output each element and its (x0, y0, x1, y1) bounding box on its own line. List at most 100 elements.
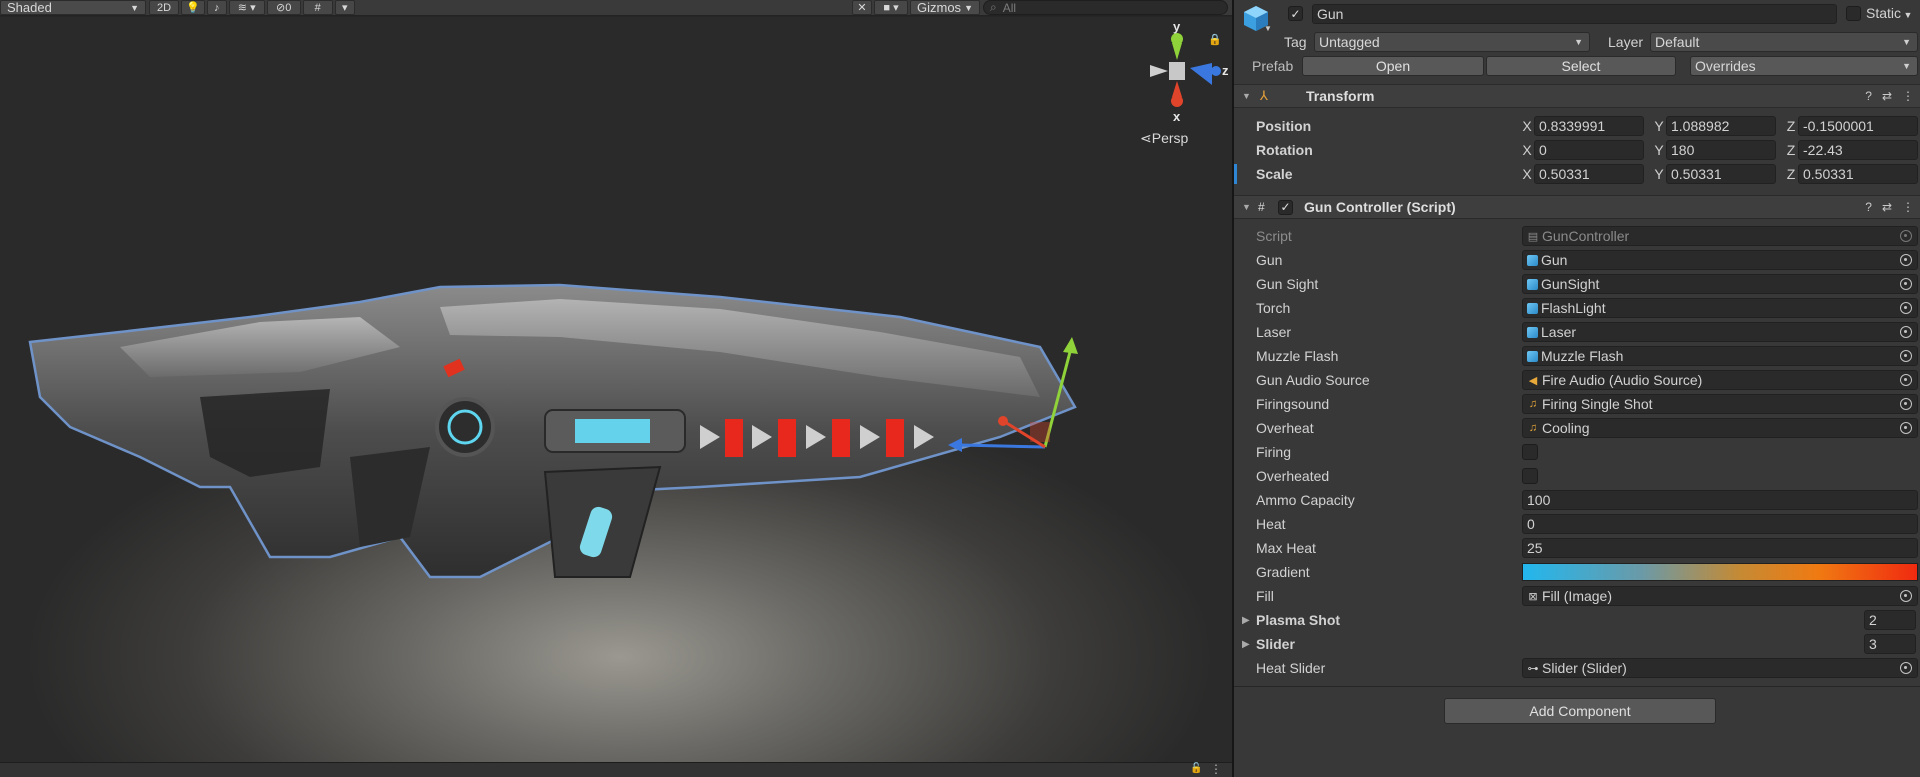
gun-audio-source-field[interactable]: ◀ Fire Audio (Audio Source) (1522, 370, 1918, 390)
laser-label: Laser (1256, 324, 1292, 340)
gun-sight-field[interactable]: GunSight (1522, 274, 1918, 294)
object-picker-icon[interactable] (1895, 659, 1917, 677)
plasma-shot-row[interactable]: ▶ Plasma Shot 2 (1234, 608, 1920, 632)
heat-field[interactable]: 0 (1522, 514, 1918, 534)
gradient-field[interactable] (1522, 563, 1918, 581)
position-x-field[interactable]: 0.8339991 (1534, 116, 1644, 136)
prefab-overrides-label: Overrides (1695, 58, 1756, 74)
chevron-down-icon: ▼ (130, 2, 139, 13)
object-picker-icon[interactable] (1895, 371, 1917, 389)
plasma-shot-size-field[interactable]: 2 (1864, 610, 1916, 630)
max-heat-field[interactable]: 25 (1522, 538, 1918, 558)
audio-clip-icon: ♫ (1528, 422, 1538, 434)
gun-controller-title: Gun Controller (Script) (1304, 199, 1456, 215)
torch-value: FlashLight (1541, 300, 1606, 316)
camera-dropdown-icon[interactable]: ■ ▾ (874, 0, 908, 15)
object-picker-icon[interactable] (1895, 251, 1917, 269)
muzzle-flash-field[interactable]: Muzzle Flash (1522, 346, 1918, 366)
rotation-z-field[interactable]: -22.43 (1798, 140, 1918, 160)
laser-field[interactable]: Laser (1522, 322, 1918, 342)
tools-icon[interactable]: ✕ (852, 0, 872, 15)
lighting-toggle-icon[interactable]: 💡 (181, 0, 205, 15)
chevron-down-icon: ▼ (1901, 10, 1913, 20)
object-picker-icon[interactable] (1895, 323, 1917, 341)
object-picker-icon[interactable] (1895, 347, 1917, 365)
scale-z-field[interactable]: 0.50331 (1798, 164, 1918, 184)
transform-title: Transform (1306, 88, 1375, 104)
orientation-gizmo[interactable]: y z x 🔒 ⋖Persp (1130, 19, 1230, 146)
object-picker-icon[interactable] (1895, 587, 1917, 605)
active-checkbox[interactable]: ✓ (1288, 6, 1303, 21)
presets-icon[interactable]: ⇄ (1882, 200, 1892, 214)
overheated-checkbox[interactable] (1522, 468, 1538, 484)
scene-view[interactable]: Shaded ▼ 2D 💡 ♪ ≋ ▾ ⊘ 0 # ▾ ✕ ■ ▾ Gizmos… (0, 0, 1232, 777)
slider-row[interactable]: ▶ Slider 3 (1234, 632, 1920, 656)
toggle-2d-button[interactable]: 2D (149, 0, 179, 15)
firingsound-field[interactable]: ♫ Firing Single Shot (1522, 394, 1918, 414)
scale-x-field[interactable]: 0.50331 (1534, 164, 1644, 184)
slider-size-field[interactable]: 3 (1864, 634, 1916, 654)
slider-size-value: 3 (1869, 636, 1877, 652)
chevron-down-icon[interactable]: ▼ (1264, 24, 1272, 33)
projection-icon: ⋖ (1140, 130, 1152, 146)
object-picker-icon[interactable] (1895, 275, 1917, 293)
slider-component-icon: ⊶ (1527, 662, 1539, 675)
gun-controller-header[interactable]: ▼ # ✓ Gun Controller (Script) ? ⇄ ⋮ (1234, 195, 1920, 219)
position-y-field[interactable]: 1.088982 (1666, 116, 1776, 136)
static-checkbox[interactable] (1846, 6, 1861, 21)
position-z-field[interactable]: -0.1500001 (1798, 116, 1918, 136)
foldout-arrow-icon[interactable]: ▼ (1242, 202, 1251, 212)
help-icon[interactable]: ? (1865, 89, 1872, 103)
audio-toggle-icon[interactable]: ♪ (206, 0, 227, 15)
static-dropdown[interactable]: Static ▼ (1866, 5, 1912, 21)
more-options-icon[interactable]: ⋮ (1902, 89, 1914, 103)
effects-dropdown-icon[interactable]: ≋ ▾ (228, 0, 265, 15)
lock-icon[interactable]: 🔒 (1208, 33, 1222, 46)
foldout-arrow-icon[interactable]: ▶ (1242, 639, 1250, 650)
more-options-icon[interactable]: ⋮ (1902, 200, 1914, 214)
grid-toggle-icon[interactable]: # (302, 0, 333, 15)
grid-dropdown-icon[interactable]: ▾ (334, 0, 355, 15)
object-picker-icon[interactable] (1895, 395, 1917, 413)
fill-field[interactable]: ⊠ Fill (Image) (1522, 586, 1918, 606)
max-heat-value: 25 (1527, 540, 1543, 556)
add-component-button[interactable]: Add Component (1444, 698, 1716, 724)
ammo-capacity-field[interactable]: 100 (1522, 490, 1918, 510)
rotation-x-field[interactable]: 0 (1534, 140, 1644, 160)
shading-mode-dropdown[interactable]: Shaded ▼ (0, 0, 146, 15)
layer-dropdown[interactable]: Default ▼ (1650, 32, 1918, 52)
scene-visibility-toggle[interactable]: ⊘ 0 (266, 0, 301, 15)
heat-slider-field[interactable]: ⊶ Slider (Slider) (1522, 658, 1918, 678)
firing-checkbox[interactable] (1522, 444, 1538, 460)
more-options-icon[interactable]: ⋮ (1210, 762, 1222, 776)
scale-y-field[interactable]: 0.50331 (1666, 164, 1776, 184)
tag-value: Untagged (1319, 34, 1380, 50)
foldout-arrow-icon[interactable]: ▶ (1242, 615, 1250, 626)
overheated-row: Overheated (1234, 464, 1920, 488)
prefab-select-button[interactable]: Select (1486, 56, 1676, 76)
lock-icon[interactable]: 🔓 (1190, 763, 1202, 774)
gradient-label: Gradient (1256, 564, 1310, 580)
object-name-field[interactable]: Gun (1312, 4, 1837, 24)
presets-icon[interactable]: ⇄ (1882, 89, 1892, 103)
help-icon[interactable]: ? (1865, 200, 1872, 214)
foldout-arrow-icon[interactable]: ▼ (1242, 91, 1251, 101)
scene-viewport[interactable]: y z x 🔒 ⋖Persp (0, 17, 1232, 762)
prefab-overrides-dropdown[interactable]: Overrides ▼ (1690, 56, 1918, 76)
torch-field[interactable]: FlashLight (1522, 298, 1918, 318)
gameobject-icon (1527, 278, 1538, 290)
projection-label[interactable]: ⋖Persp (1140, 130, 1188, 147)
gun-model[interactable] (0, 17, 1232, 762)
object-picker-icon[interactable] (1895, 419, 1917, 437)
prefab-open-button[interactable]: Open (1302, 56, 1484, 76)
overheat-field[interactable]: ♫ Cooling (1522, 418, 1918, 438)
object-picker-icon[interactable] (1895, 299, 1917, 317)
gizmos-dropdown[interactable]: Gizmos ▼ (910, 0, 980, 15)
transform-header[interactable]: ▼ ⅄ Transform ? ⇄ ⋮ (1234, 84, 1920, 108)
tag-dropdown[interactable]: Untagged ▼ (1314, 32, 1590, 52)
rotation-y-field[interactable]: 180 (1666, 140, 1776, 160)
scene-status-bar: 🔓 ⋮ (0, 762, 1232, 777)
component-enabled-checkbox[interactable]: ✓ (1278, 199, 1293, 215)
scene-search-input[interactable]: ⌕ All (983, 0, 1228, 15)
gun-field[interactable]: Gun (1522, 250, 1918, 270)
